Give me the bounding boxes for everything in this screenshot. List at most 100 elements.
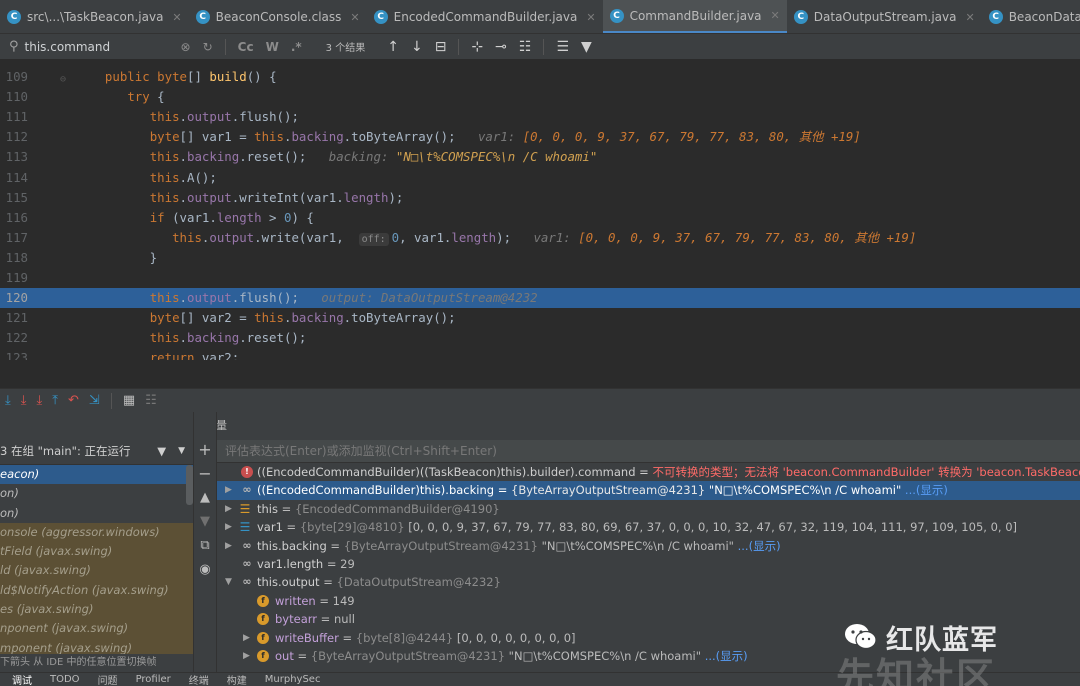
line-number[interactable]: 119	[0, 268, 28, 288]
close-icon[interactable]: ✕	[350, 11, 359, 24]
tab-1[interactable]: C BeaconConsole.class ✕	[189, 0, 367, 33]
evaluate-expression-input[interactable]: 评估表达式(Enter)或添加监视(Ctrl+Shift+Enter)	[217, 440, 1080, 463]
tool-window-tab[interactable]: 问题	[98, 672, 118, 686]
line-number[interactable]: 111	[0, 107, 28, 127]
copy-icon[interactable]: ⧉	[194, 538, 216, 553]
code-line[interactable]: 116 if (var1.length > 0) {	[0, 208, 1080, 228]
tool-window-tab[interactable]: Profiler	[136, 674, 171, 685]
drop-frame-icon[interactable]: ↶	[68, 393, 79, 408]
line-number[interactable]: 110	[0, 87, 28, 107]
code-editor[interactable]: 109 public byte[] build() {110 try {111 …	[0, 60, 1080, 360]
code-line[interactable]: 123 return var2;	[0, 348, 1080, 360]
close-icon[interactable]: ✕	[172, 11, 181, 24]
tab-5[interactable]: CBeaconData.java✕	[982, 0, 1080, 33]
tool-window-tab[interactable]: 终端	[189, 672, 209, 686]
close-icon[interactable]: ✕	[771, 9, 780, 22]
scrollbar[interactable]	[186, 465, 193, 505]
select-all-occurrences-icon[interactable]: ☷	[519, 39, 532, 55]
variable-row[interactable]: ▶ ∞ ((EncodedCommandBuilder)this).backing …	[217, 481, 1080, 500]
line-number[interactable]: 116	[0, 208, 28, 228]
code-line[interactable]: 120 this.output.flush(); output: DataOut…	[0, 288, 1080, 309]
stack-frame[interactable]: ld$NotifyAction (javax.swing)	[0, 580, 193, 601]
code-line[interactable]: 115 this.output.writeInt(var1.length);	[0, 188, 1080, 208]
line-number[interactable]: 121	[0, 308, 28, 328]
variable-row[interactable]: ∞ var1.length = 29	[217, 555, 1080, 573]
code-line[interactable]: 110 try {	[0, 87, 1080, 107]
show-value-link[interactable]: ...(显示)	[701, 649, 748, 663]
tool-window-tab[interactable]: TODO	[50, 674, 80, 685]
expand-arrow-icon[interactable]: ▶	[225, 518, 237, 536]
filter-options-icon[interactable]: ☰	[556, 39, 569, 55]
remove-occurrence-icon[interactable]: ⊸	[495, 39, 507, 55]
line-number[interactable]: 115	[0, 188, 28, 208]
close-icon[interactable]: ✕	[965, 11, 974, 24]
stack-frame[interactable]: nponent (javax.swing)	[0, 619, 193, 639]
tab-2[interactable]: C EncodedCommandBuilder.java ✕	[367, 0, 603, 33]
code-line[interactable]: 109 public byte[] build() {	[0, 67, 1080, 87]
line-number[interactable]: 113	[0, 147, 28, 167]
fold-icon[interactable]: ⊖	[60, 74, 66, 85]
regex-toggle[interactable]: .*	[291, 40, 302, 54]
stack-frame[interactable]: es (javax.swing)	[0, 600, 193, 620]
variable-row[interactable]: f written = 149	[217, 592, 1080, 610]
search-input[interactable]: this.command	[25, 40, 175, 54]
search-history-icon[interactable]: ↻	[203, 40, 213, 54]
move-up-icon[interactable]: ▲	[194, 490, 216, 505]
variable-row[interactable]: ▼ ∞ this.output = {DataOutputStream@4232}	[217, 573, 1080, 591]
code-line[interactable]: 113 this.backing.reset(); backing: "N□\t…	[0, 147, 1080, 167]
expand-arrow-icon[interactable]: ▶	[225, 481, 237, 499]
collapse-arrow-icon[interactable]: ▼	[225, 573, 237, 591]
code-line[interactable]: 111 this.output.flush();	[0, 107, 1080, 127]
stack-frame[interactable]: tField (javax.swing)	[0, 542, 193, 562]
expand-arrow-icon[interactable]: ▶	[225, 537, 237, 555]
line-number[interactable]: 117	[0, 228, 28, 248]
add-occurrence-icon[interactable]: ⊹	[471, 39, 483, 55]
line-number[interactable]: 112	[0, 127, 28, 147]
variable-row[interactable]: ▶ ☰ var1 = {byte[29]@4810} [0, 0, 0, 9, 37…	[217, 518, 1080, 536]
trace-icon[interactable]: ☷	[145, 393, 157, 408]
code-line[interactable]: 122 this.backing.reset();	[0, 328, 1080, 348]
variable-row[interactable]: ▶ ∞ this.backing = {ByteArrayOutputStream@…	[217, 537, 1080, 555]
show-value-link[interactable]: ...(显示)	[734, 539, 781, 553]
watch-error-row[interactable]: ! ((EncodedCommandBuilder)((TaskBeacon)t…	[217, 463, 1080, 481]
line-number[interactable]: 109	[0, 67, 28, 87]
code-line[interactable]: 114 this.A();	[0, 168, 1080, 188]
line-number[interactable]: 118	[0, 248, 28, 268]
stack-frame[interactable]: on)	[0, 484, 193, 503]
line-number[interactable]: 114	[0, 168, 28, 188]
expand-arrow-icon[interactable]: ▶	[243, 647, 255, 665]
whole-words-toggle[interactable]: W	[266, 40, 279, 54]
close-icon[interactable]: ✕	[586, 11, 595, 24]
step-out-icon[interactable]: ⤒	[52, 393, 58, 408]
tool-window-tab[interactable]: MurphySec	[265, 674, 321, 685]
previous-occurrence-icon[interactable]: ↑	[387, 39, 399, 55]
code-line[interactable]: 112 byte[] var1 = this.backing.toByteArr…	[0, 127, 1080, 147]
run-to-cursor-icon[interactable]: ⇲	[89, 393, 100, 408]
thread-selector[interactable]: 3 在组 "main": 正在运行 ▼ ▼	[0, 437, 193, 465]
force-step-into-icon[interactable]: ⤓	[37, 393, 43, 408]
next-occurrence-icon[interactable]: ↓	[411, 39, 423, 55]
tool-window-tab[interactable]: 调试	[12, 672, 32, 686]
variable-row[interactable]: ▶ ☰ this = {EncodedCommandBuilder@4190}	[217, 500, 1080, 518]
expand-arrow-icon[interactable]: ▶	[225, 500, 237, 518]
stack-frame[interactable]: eacon)	[0, 465, 193, 485]
clear-search-icon[interactable]: ⊗	[181, 40, 191, 54]
line-number[interactable]: 120	[0, 288, 28, 308]
stack-frame[interactable]: ld (javax.swing)	[0, 561, 193, 581]
evaluate-expression-icon[interactable]: ▦	[123, 393, 135, 408]
move-down-icon[interactable]: ▼	[194, 514, 216, 529]
step-into-icon[interactable]: ⤓	[21, 393, 27, 408]
step-over-icon[interactable]: ⤓	[5, 393, 11, 408]
code-line[interactable]: 117 this.output.write(var1, off: 0, var1.…	[0, 228, 1080, 248]
view-options-icon[interactable]: ◉	[194, 562, 216, 577]
expand-arrow-icon[interactable]: ▶	[243, 629, 255, 647]
tool-window-tab[interactable]: 构建	[227, 672, 247, 686]
add-watch-icon[interactable]: +	[194, 440, 216, 459]
remove-watch-icon[interactable]: −	[194, 464, 216, 483]
chevron-down-icon[interactable]: ▼	[178, 446, 185, 456]
line-number[interactable]: 122	[0, 328, 28, 348]
tab-4[interactable]: C DataOutputStream.java ✕	[787, 0, 982, 33]
filter-icon[interactable]: ▼	[581, 39, 592, 55]
line-number[interactable]: 123	[0, 348, 28, 360]
stack-frame[interactable]: onsole (aggressor.windows)	[0, 522, 193, 543]
